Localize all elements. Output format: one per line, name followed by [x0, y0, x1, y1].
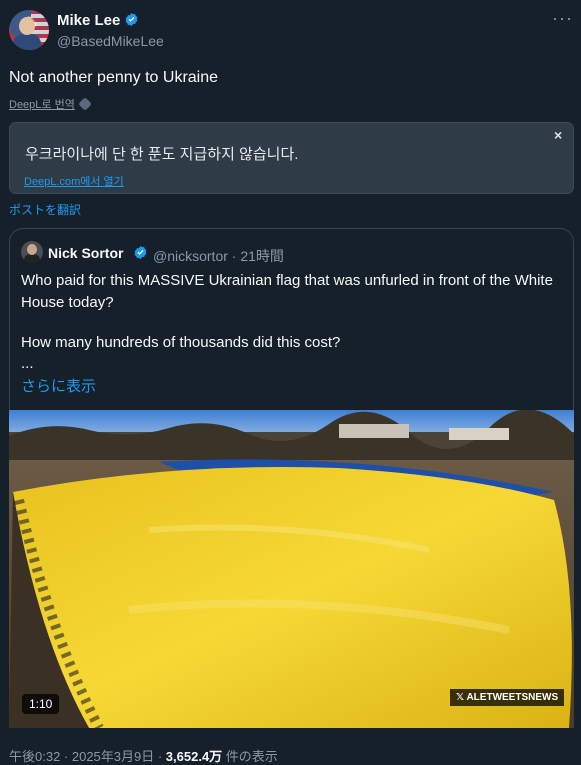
close-translation-icon[interactable]: ×	[554, 127, 562, 143]
deepl-translate-label: DeepL로 번역	[9, 99, 75, 111]
post-metadata: 午後0:32 · 2025年3月9日 · 3,652.4万 件の表示	[9, 746, 278, 765]
more-options-icon[interactable]: ···	[552, 8, 573, 29]
quoted-author-name: Nick Sortor	[48, 245, 124, 261]
verified-badge-icon	[125, 12, 138, 27]
author-handle[interactable]: @BasedMikeLee	[57, 33, 164, 49]
deepl-icon	[78, 97, 92, 111]
author-avatar[interactable]	[9, 10, 49, 50]
post-timestamp[interactable]: 午後0:32 · 2025年3月9日 ·	[9, 749, 166, 764]
video-duration: 1:10	[22, 694, 60, 714]
quoted-text-line1: Who paid for this MASSIVE Ukrainian flag…	[21, 272, 553, 311]
video-thumbnail[interactable]	[9, 410, 574, 728]
quoted-verified-badge-icon	[134, 245, 147, 260]
translation-text: 우크라이나에 단 한 푼도 지급하지 않습니다.	[25, 146, 299, 163]
quoted-author-handle: @nicksortor · 21時間	[153, 248, 284, 264]
open-in-deepl-link[interactable]: DeepL.com에서 열기	[24, 173, 124, 189]
view-count-label: 件の表示	[222, 749, 278, 764]
view-count: 3,652.4万	[165, 749, 223, 764]
translate-post-link[interactable]: ポストを翻訳	[9, 201, 81, 218]
author-name[interactable]: Mike Lee	[57, 12, 120, 29]
video-watermark: 𝕏 ALETWEETSNEWS	[450, 689, 565, 706]
quoted-text-line2: How many hundreds of thousands did this …	[21, 334, 341, 351]
quoted-text-ellipsis: ...	[21, 355, 34, 372]
post-text: Not another penny to Ukraine	[9, 69, 219, 86]
show-more-link[interactable]: さらに表示	[21, 375, 96, 396]
quoted-author-avatar	[21, 241, 43, 263]
deepl-translate-link[interactable]: DeepL로 번역	[9, 96, 92, 112]
